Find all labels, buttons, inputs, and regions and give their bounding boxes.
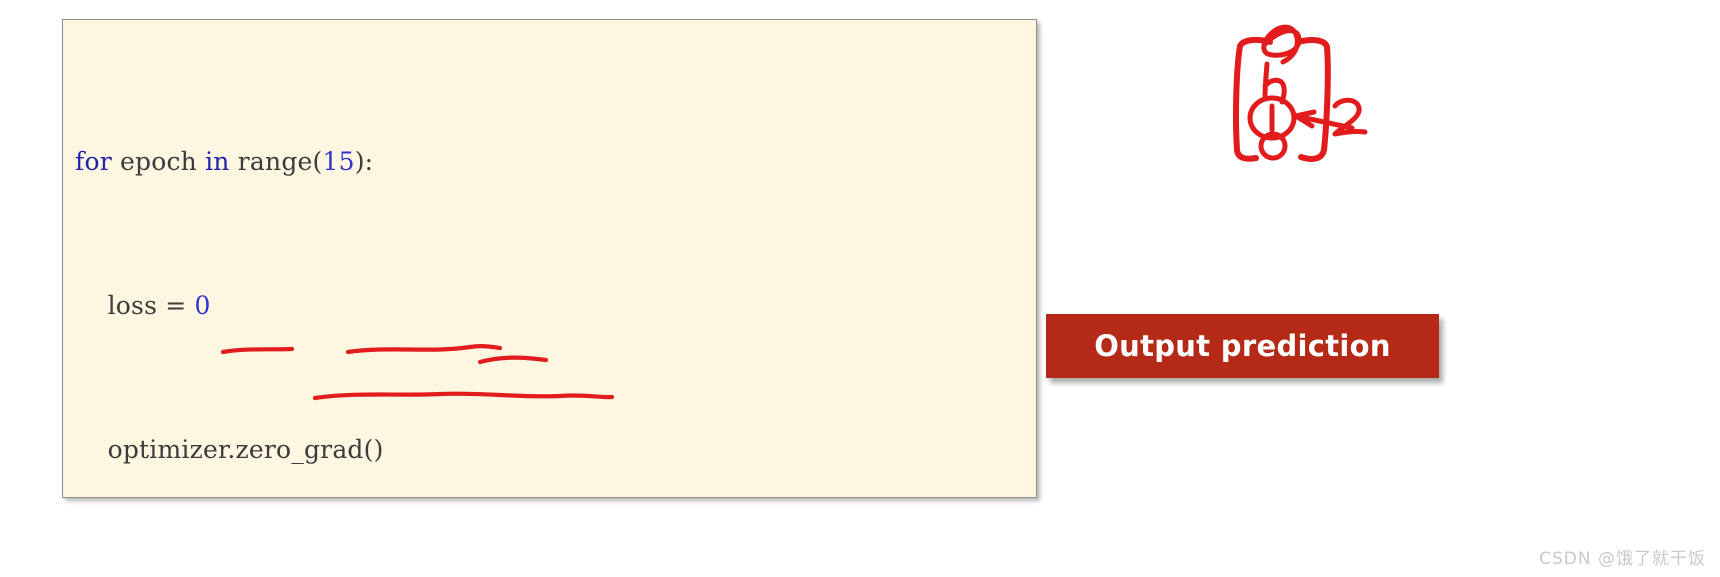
token-loss-assign: loss = [107,291,195,320]
token-optimizer-zero-grad: optimizer.zero_grad() [107,435,384,464]
watermark: CSDN @饿了就干饭 [1539,549,1706,569]
handwritten-bracket-close [1295,36,1331,162]
code-listing: for epoch in range(15): loss = 0 optimiz… [75,36,873,497]
token-keyword-for: for [75,147,112,176]
banner-label: Output prediction [1094,329,1391,363]
code-line-1: for epoch in range(15): [75,144,873,180]
code-block: for epoch in range(15): loss = 0 optimiz… [62,19,1037,498]
code-line-3: optimizer.zero_grad() [75,432,873,468]
handwritten-circle-highlight [1247,95,1297,141]
handwritten-arrow [1293,109,1355,131]
token-close-colon: ): [354,147,374,176]
code-line-2: loss = 0 [75,288,873,324]
token-number-15: 15 [322,147,355,176]
handwritten-bracket-open [1233,36,1273,162]
token-epoch: epoch [111,147,206,176]
output-prediction-banner: Output prediction [1046,314,1439,378]
handwritten-char-e [1261,24,1302,65]
handwritten-digit-2 [1332,97,1368,137]
token-keyword-in: in [205,147,230,176]
token-range-open: range( [229,147,323,176]
handwritten-char-h [1262,61,1287,105]
token-number-0: 0 [194,291,211,320]
handwritten-char-o [1258,131,1288,161]
